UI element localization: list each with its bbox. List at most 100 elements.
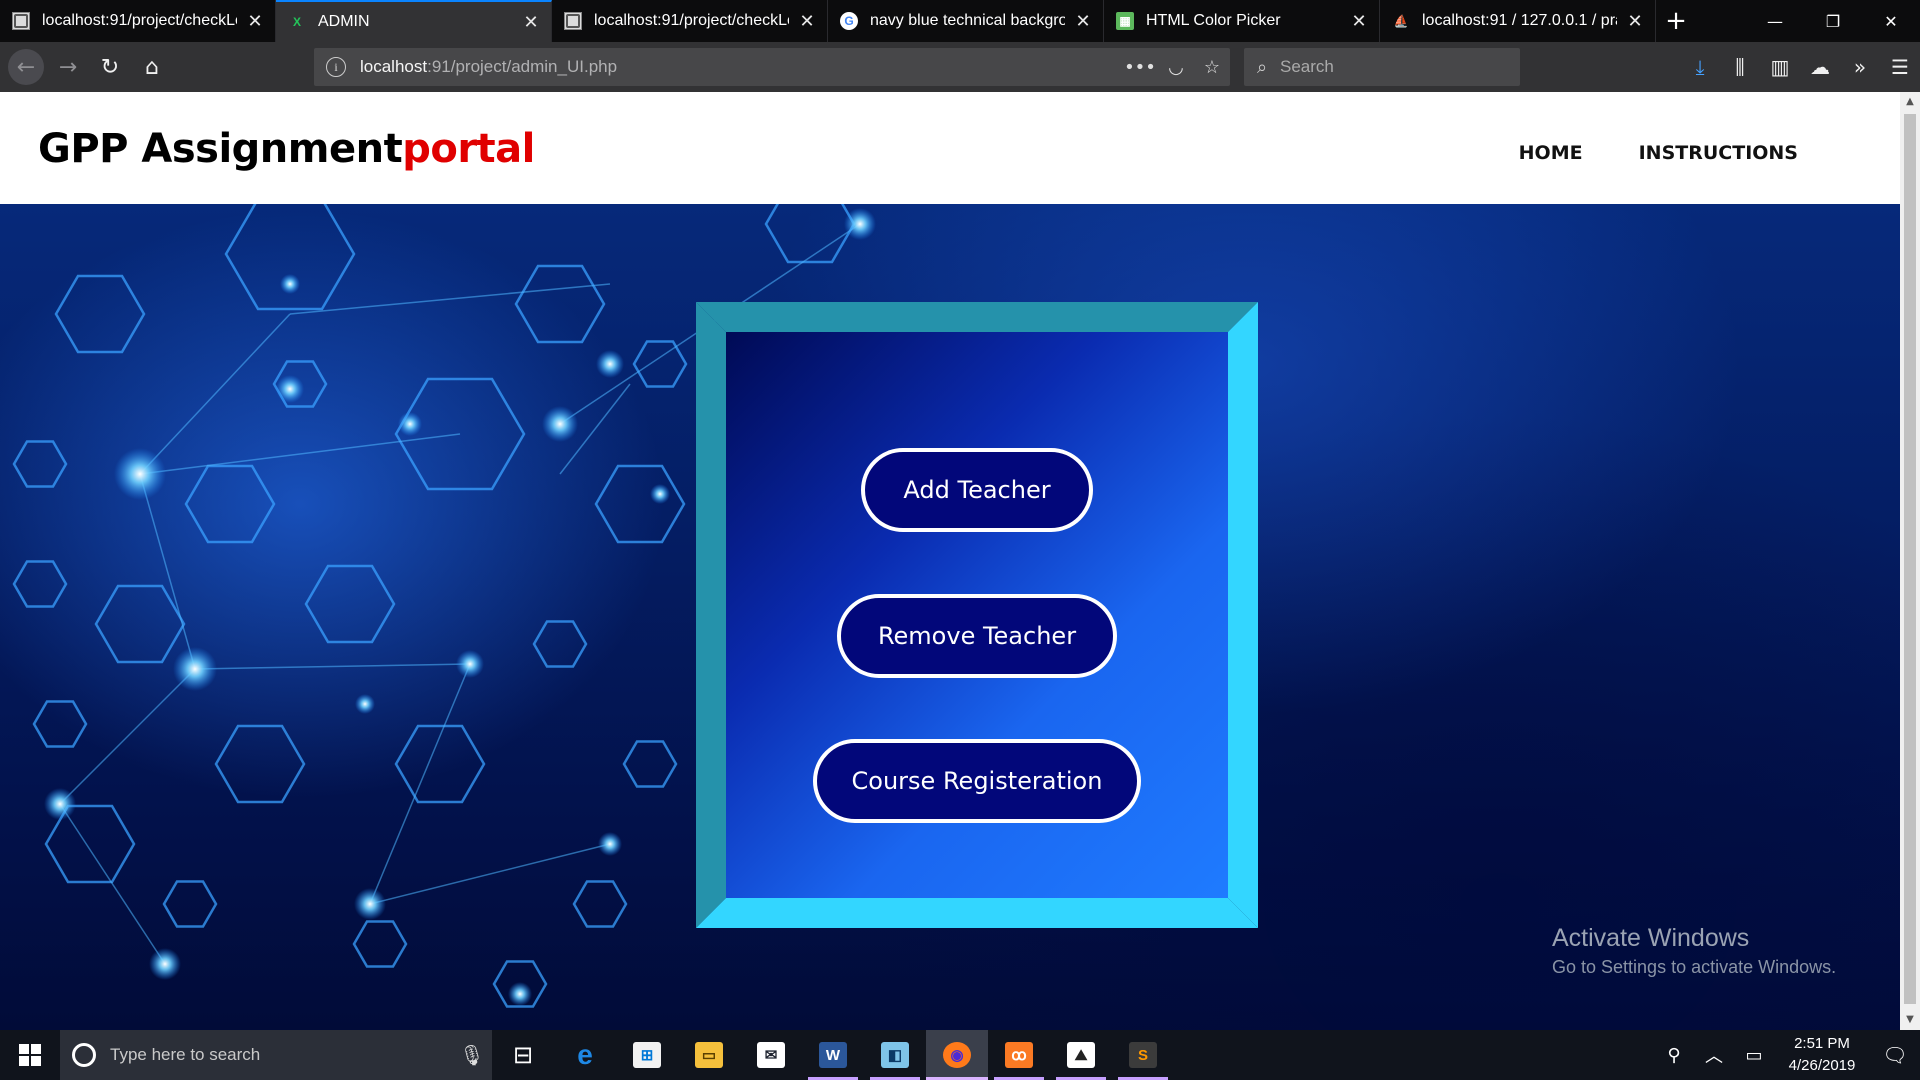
forward-arrow-icon[interactable]: →	[50, 49, 86, 85]
watermark-subtitle: Go to Settings to activate Windows.	[1552, 957, 1837, 977]
minimize-icon[interactable]: —	[1746, 0, 1804, 42]
page-scrollbar[interactable]: ▲ ▼	[1900, 92, 1920, 1030]
windows-taskbar: Type here to search 🎙 ⊟ e ⊞ ▭ ✉ W ◧ ◉ ꝏ …	[0, 1030, 1920, 1080]
course-registration-button[interactable]: Course Registeration	[813, 739, 1141, 823]
watermark-title: Activate Windows	[1552, 924, 1750, 952]
start-button[interactable]	[0, 1030, 60, 1080]
tab-title: navy blue technical backgroun	[870, 12, 1065, 29]
close-tab-icon[interactable]: ✕	[1349, 11, 1369, 32]
clock[interactable]: 2:51 PM 4/26/2019	[1774, 1033, 1870, 1077]
search-bar[interactable]: ⌕ Search	[1244, 48, 1520, 86]
pocket-icon[interactable]: ◡	[1158, 57, 1194, 78]
close-window-icon[interactable]: ✕	[1862, 0, 1920, 42]
sublime-text-icon[interactable]: S	[1112, 1030, 1174, 1080]
tray-chevron-up-icon[interactable]: ︿	[1694, 1042, 1734, 1068]
close-tab-icon[interactable]: ✕	[1625, 11, 1645, 32]
back-arrow-icon[interactable]: ←	[8, 49, 44, 85]
site-info-icon[interactable]: i	[326, 57, 346, 77]
tab-google-search[interactable]: G navy blue technical backgroun ✕	[828, 0, 1104, 42]
clock-date: 4/26/2019	[1788, 1057, 1856, 1074]
close-tab-icon[interactable]: ✕	[521, 12, 541, 33]
google-icon: G	[840, 12, 858, 30]
firefox-icon[interactable]: ◉	[926, 1030, 988, 1080]
nav-instructions-link[interactable]: INSTRUCTIONS	[1639, 142, 1798, 164]
xampp-control-icon[interactable]: ꝏ	[988, 1030, 1050, 1080]
tab-checklog-1[interactable]: localhost:91/project/checkLog ✕	[0, 0, 276, 42]
page-icon	[564, 12, 582, 30]
tab-checklog-2[interactable]: localhost:91/project/checkLog ✕	[552, 0, 828, 42]
restore-icon[interactable]: ❐	[1804, 0, 1862, 42]
activate-windows-watermark: Activate Windows Go to Settings to activ…	[1552, 924, 1836, 978]
windows-logo-icon	[19, 1044, 41, 1066]
scroll-up-icon[interactable]: ▲	[1900, 92, 1920, 112]
panel-frame	[1228, 302, 1258, 928]
library-icon[interactable]: ⫼	[1720, 55, 1760, 79]
home-icon[interactable]: ⌂	[134, 49, 170, 85]
panel-frame	[696, 898, 1258, 928]
sidebar-icon[interactable]: ▥	[1760, 55, 1800, 79]
tab-title: localhost:91 / 127.0.0.1 / practi	[1422, 12, 1617, 29]
add-teacher-button[interactable]: Add Teacher	[861, 448, 1093, 532]
notes-app-icon[interactable]: ◧	[864, 1030, 926, 1080]
close-tab-icon[interactable]: ✕	[1073, 11, 1093, 32]
nav-home-link[interactable]: HOME	[1519, 142, 1583, 164]
window-controls: — ❐ ✕	[1746, 0, 1920, 42]
task-view-icon[interactable]: ⊟	[492, 1030, 554, 1080]
overflow-chevron-icon[interactable]: »	[1840, 55, 1880, 79]
tab-title: localhost:91/project/checkLog	[594, 12, 789, 29]
download-icon[interactable]: ⤓	[1680, 55, 1720, 79]
bookmark-star-icon[interactable]: ☆	[1194, 57, 1230, 78]
page-actions-icon[interactable]: •••	[1122, 57, 1158, 78]
url-text[interactable]: localhost:91/project/admin_UI.php	[360, 57, 1122, 77]
site-header: GPP Assignmentportal HOME INSTRUCTIONS	[0, 92, 1900, 204]
system-tray: ⚲ ︿ ▭ 2:51 PM 4/26/2019 🗨	[1654, 1030, 1920, 1080]
store-icon[interactable]: ⊞	[616, 1030, 678, 1080]
menu-hamburger-icon[interactable]: ☰	[1880, 55, 1920, 79]
admin-panel: Add Teacher Remove Teacher Course Regist…	[696, 302, 1258, 928]
page-icon	[12, 12, 30, 30]
close-tab-icon[interactable]: ✕	[245, 11, 265, 32]
tab-admin[interactable]: X ADMIN ✕	[276, 0, 552, 42]
tab-title: localhost:91/project/checkLog	[42, 12, 237, 29]
reload-icon[interactable]: ↻	[92, 49, 128, 85]
tab-title: HTML Color Picker	[1146, 12, 1281, 29]
scrollbar-thumb[interactable]	[1904, 114, 1916, 1004]
tab-phpmyadmin[interactable]: ⛵ localhost:91 / 127.0.0.1 / practi ✕	[1380, 0, 1656, 42]
page-viewport: GPP Assignmentportal HOME INSTRUCTIONS A…	[0, 92, 1920, 1030]
panel-inner: Add Teacher Remove Teacher Course Regist…	[726, 332, 1228, 898]
new-tab-button[interactable]: +	[1656, 0, 1696, 42]
color-picker-icon: ▦	[1116, 12, 1134, 30]
panel-frame	[696, 302, 726, 928]
taskbar-search-box[interactable]: Type here to search 🎙	[60, 1030, 492, 1080]
sync-icon[interactable]: ☁	[1800, 55, 1840, 79]
word-icon[interactable]: W	[802, 1030, 864, 1080]
remove-teacher-button[interactable]: Remove Teacher	[837, 594, 1117, 678]
photos-icon[interactable]: ⛰	[1050, 1030, 1112, 1080]
battery-icon[interactable]: ▭	[1734, 1045, 1774, 1066]
panel-frame	[696, 302, 1258, 332]
toolbar-right-icons: ⤓ ⫼ ▥ ☁ » ☰	[1680, 42, 1920, 92]
close-tab-icon[interactable]: ✕	[797, 11, 817, 32]
cortana-icon	[72, 1043, 96, 1067]
scroll-down-icon[interactable]: ▼	[1900, 1010, 1920, 1030]
tab-color-picker[interactable]: ▦ HTML Color Picker ✕	[1104, 0, 1380, 42]
tab-title: ADMIN	[318, 13, 370, 30]
url-bar[interactable]: i localhost:91/project/admin_UI.php ••• …	[314, 48, 1230, 86]
search-placeholder: Search	[1280, 57, 1334, 76]
tab-strip: localhost:91/project/checkLog ✕ X ADMIN …	[0, 0, 1920, 42]
nav-toolbar: ← → ↻ ⌂ i localhost:91/project/admin_UI.…	[0, 42, 1920, 92]
people-icon[interactable]: ⚲	[1654, 1045, 1694, 1066]
microphone-icon[interactable]: 🎙	[452, 1043, 492, 1068]
xampp-icon: X	[292, 15, 301, 29]
mail-icon[interactable]: ✉	[740, 1030, 802, 1080]
phpmyadmin-icon: ⛵	[1393, 14, 1409, 28]
hero-background: Add Teacher Remove Teacher Course Regist…	[0, 204, 1900, 1030]
site-nav: HOME INSTRUCTIONS	[1519, 142, 1798, 164]
clock-time: 2:51 PM	[1794, 1035, 1850, 1052]
taskbar-search-placeholder: Type here to search	[110, 1045, 261, 1064]
search-icon: ⌕	[1256, 56, 1268, 77]
action-center-icon[interactable]: 🗨	[1870, 1043, 1920, 1067]
site-logo[interactable]: GPP Assignmentportal	[38, 126, 535, 172]
file-explorer-icon[interactable]: ▭	[678, 1030, 740, 1080]
edge-icon[interactable]: e	[554, 1030, 616, 1080]
